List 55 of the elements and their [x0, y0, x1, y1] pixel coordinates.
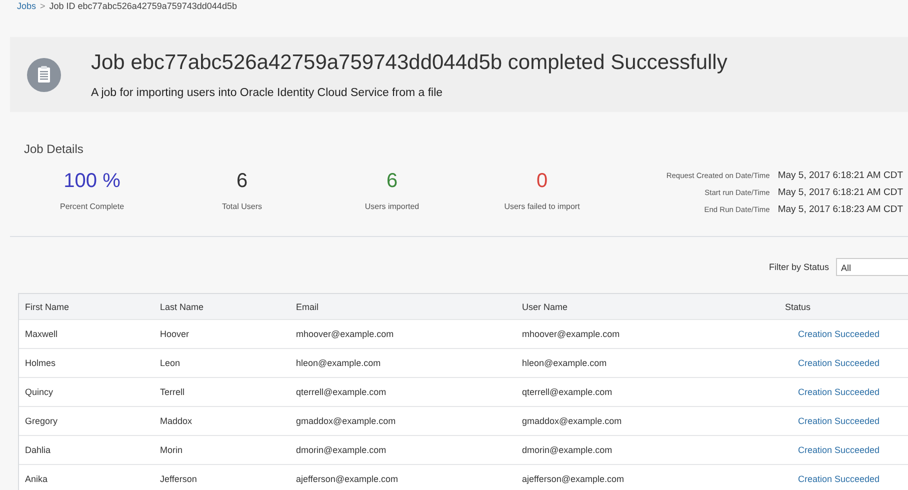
table-cell-text: Maddox — [159, 416, 194, 426]
filter-label: Filter by Status — [768, 262, 829, 272]
stat-label: Users imported — [364, 202, 420, 211]
column-header[interactable]: Email — [290, 302, 516, 312]
table-cell-text: Anika — [24, 474, 49, 484]
stat-label: Total Users — [220, 202, 263, 211]
stat-value: 100 % — [62, 170, 122, 193]
table-cell-text: Jefferson — [159, 474, 198, 484]
table-cell-text: qterrell@example.com — [295, 387, 388, 397]
breadcrumb-link[interactable]: Jobs — [17, 1, 36, 11]
stat-label: Users failed to import — [503, 202, 581, 211]
column-header[interactable]: User Name — [516, 302, 785, 312]
status-link[interactable]: Creation Succeeded — [798, 445, 880, 455]
stat-label: Percent Complete — [58, 202, 126, 211]
table-cell-text: mhoover@example.com — [521, 329, 621, 339]
table-cell-text: hleon@example.com — [295, 358, 382, 368]
breadcrumb-separator: > — [40, 1, 46, 11]
stat-value: 6 — [385, 170, 399, 193]
section-heading: Job Details — [24, 142, 84, 156]
clipboard-icon — [27, 58, 61, 92]
breadcrumb-current: Job ID ebc77abc526a42759a759743dd044d5b — [49, 1, 237, 11]
table-cell-text: Hoover — [159, 329, 190, 339]
column-header[interactable]: Last Name — [154, 302, 290, 312]
table-cell-text: Maxwell — [24, 329, 59, 339]
table-cell-text: ajefferson@example.com — [295, 474, 400, 484]
table-cell-text: Holmes — [24, 358, 57, 368]
table-cell-text: dmorin@example.com — [295, 445, 388, 455]
table-cell-text: Dahlia — [24, 445, 52, 455]
table-cell-text: qterrell@example.com — [521, 387, 614, 397]
status-link[interactable]: Creation Succeeded — [798, 416, 880, 426]
table-cell-text: Gregory — [24, 416, 59, 426]
table-cell-text: Terrell — [159, 387, 186, 397]
status-link[interactable]: Creation Succeeded — [798, 387, 880, 397]
stat-value: 6 — [235, 170, 249, 193]
date-value: May 5, 2017 6:18:23 AM CDT — [778, 204, 903, 215]
table-cell-text: mhoover@example.com — [295, 329, 395, 339]
table-cell-text: gmaddox@example.com — [521, 416, 623, 426]
table-cell-text: Quincy — [24, 387, 54, 397]
table-cell-text: hleon@example.com — [521, 358, 608, 368]
job-title: Job ebc77abc526a42759a759743dd044d5b completed Successfully — [91, 50, 728, 74]
status-link[interactable]: Creation Succeeded — [798, 329, 880, 339]
table-cell-text: gmaddox@example.com — [295, 416, 397, 426]
table-cell-text: dmorin@example.com — [521, 445, 614, 455]
table-cell-text: Morin — [159, 445, 184, 455]
date-value: May 5, 2017 6:18:21 AM CDT — [778, 170, 903, 181]
column-header[interactable]: First Name — [19, 302, 154, 312]
table-cell-text: Leon — [159, 358, 182, 368]
stat-value: 0 — [535, 170, 549, 193]
table-cell-text: ajefferson@example.com — [521, 474, 626, 484]
status-link[interactable]: Creation Succeeded — [798, 358, 880, 368]
column-header[interactable]: Status — [785, 302, 908, 312]
status-link[interactable]: Creation Succeeded — [798, 474, 880, 484]
date-value: May 5, 2017 6:18:21 AM CDT — [778, 187, 903, 198]
status-filter-dropdown[interactable]: All — [836, 258, 908, 276]
job-description: A job for importing users into Oracle Identity Cloud Service from a file — [91, 86, 444, 98]
